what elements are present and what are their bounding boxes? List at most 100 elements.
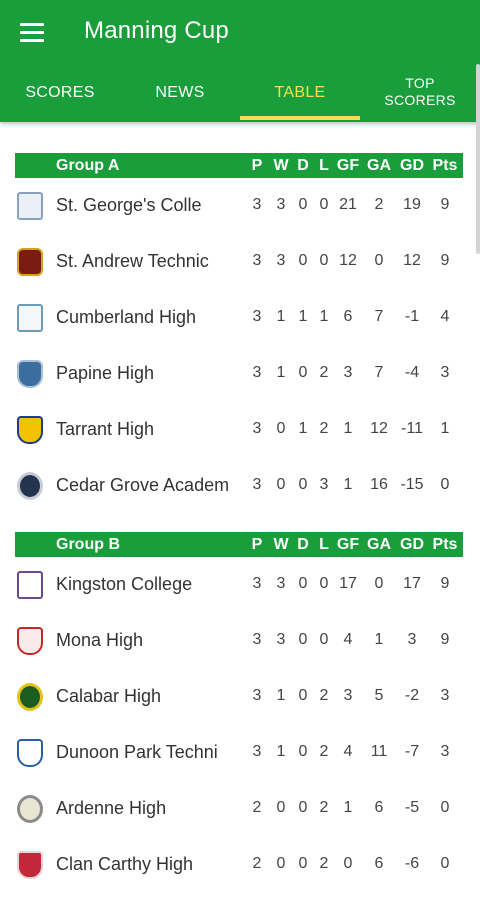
tab-news[interactable]: NEWS <box>120 64 240 120</box>
tab-scores[interactable]: SCORES <box>0 64 120 120</box>
hamburger-menu-icon[interactable] <box>14 16 50 48</box>
tab-label: TABLE <box>274 83 326 101</box>
team-name: St. Andrew Technic <box>56 251 209 271</box>
team-name: Mona High <box>56 630 144 650</box>
team-name: Clan Carthy High <box>56 854 194 874</box>
tab-bar: SCORES NEWS TABLE TOP SCORERS <box>0 64 480 120</box>
tab-label: SCORES <box>25 83 95 101</box>
scrollbar[interactable] <box>476 64 480 254</box>
tarrant-crest-icon <box>17 416 43 444</box>
table-row[interactable]: Ardenne High 2 0 0 2 1 6 -5 0 <box>15 781 463 837</box>
stat-w: 3 <box>276 575 286 592</box>
stat-l: 0 <box>319 575 329 592</box>
table-row[interactable]: Mona High 3 3 0 0 4 1 3 9 <box>15 613 463 669</box>
column-header-w: W <box>273 536 289 553</box>
column-header-ga: GA <box>367 536 391 553</box>
table-row[interactable]: Cumberland High 3 1 1 1 6 7 -1 4 <box>15 290 463 346</box>
stat-gd: 17 <box>403 575 421 592</box>
column-header-w: W <box>273 157 289 174</box>
team-name: Calabar High <box>56 686 162 706</box>
stat-ga: 2 <box>374 196 384 213</box>
tab-label: NEWS <box>155 83 205 101</box>
stat-gd: -4 <box>404 364 420 381</box>
table-row[interactable]: Calabar High 3 1 0 2 3 5 -2 3 <box>15 669 463 725</box>
team-name: Tarrant High <box>56 419 155 439</box>
mona-crest-icon <box>17 627 43 655</box>
stat-w: 3 <box>276 252 286 269</box>
stat-pts: 3 <box>440 687 450 704</box>
stat-pts: 4 <box>440 308 450 325</box>
clan-carthy-crest-icon <box>17 851 43 879</box>
stat-gf: 21 <box>339 196 357 213</box>
column-header-gd: GD <box>400 157 424 174</box>
stat-gd: -15 <box>400 476 424 493</box>
stat-d: 0 <box>298 196 308 213</box>
table-row[interactable]: Cedar Grove Academ 3 0 0 3 1 16 -15 0 <box>15 458 463 514</box>
table-row[interactable]: St. Andrew Technic 3 3 0 0 12 0 12 9 <box>15 234 463 290</box>
stat-ga: 7 <box>374 308 384 325</box>
column-header-ga: GA <box>367 157 391 174</box>
stat-gf: 6 <box>343 308 353 325</box>
stat-p: 2 <box>252 855 262 872</box>
st-georges-crest-icon <box>17 192 43 220</box>
table-row[interactable]: Kingston College 3 3 0 0 17 0 17 9 <box>15 557 463 613</box>
stat-w: 0 <box>276 420 286 437</box>
stat-p: 3 <box>252 364 262 381</box>
stat-pts: 0 <box>440 855 450 872</box>
table-row[interactable]: Dunoon Park Techni 3 1 0 2 4 11 -7 3 <box>15 725 463 781</box>
team-name: Ardenne High <box>56 798 167 818</box>
stat-gd: 3 <box>407 631 417 648</box>
table-row[interactable]: St. George's Colle 3 3 0 0 21 2 19 9 <box>15 178 463 234</box>
stat-p: 3 <box>252 308 262 325</box>
stat-pts: 3 <box>440 743 450 760</box>
column-header-l: L <box>319 536 329 553</box>
stat-gf: 4 <box>343 631 353 648</box>
column-header-d: D <box>297 157 309 174</box>
stat-gd: 19 <box>403 196 421 213</box>
stat-gf: 0 <box>343 855 353 872</box>
dunoon-park-crest-icon <box>17 739 43 767</box>
stat-ga: 0 <box>374 252 384 269</box>
stat-pts: 1 <box>440 420 450 437</box>
stat-w: 1 <box>276 743 286 760</box>
stat-gd: -2 <box>404 687 420 704</box>
stat-p: 3 <box>252 252 262 269</box>
stat-d: 0 <box>298 476 308 493</box>
stat-gf: 3 <box>343 364 353 381</box>
column-header-gd: GD <box>400 536 424 553</box>
table-row[interactable]: Clan Carthy High 2 0 0 2 0 6 -6 0 <box>15 837 463 893</box>
stat-gd: -5 <box>404 799 420 816</box>
stat-gf: 3 <box>343 687 353 704</box>
stat-d: 0 <box>298 252 308 269</box>
stat-l: 2 <box>319 855 329 872</box>
column-header-gf: GF <box>336 157 360 174</box>
stat-d: 0 <box>298 575 308 592</box>
stat-l: 0 <box>319 252 329 269</box>
stat-w: 1 <box>276 308 286 325</box>
stat-ga: 6 <box>374 799 384 816</box>
table-row[interactable]: Papine High 3 1 0 2 3 7 -4 3 <box>15 346 463 402</box>
tab-table[interactable]: TABLE <box>240 64 360 120</box>
team-name: Dunoon Park Techni <box>56 742 218 762</box>
column-header-d: D <box>297 536 309 553</box>
table-row[interactable]: Tarrant High 3 0 1 2 1 12 -11 1 <box>15 402 463 458</box>
stat-p: 3 <box>252 476 262 493</box>
stat-p: 2 <box>252 799 262 816</box>
team-name: St. George's Colle <box>56 195 202 215</box>
stat-p: 3 <box>252 575 262 592</box>
stat-p: 3 <box>252 196 262 213</box>
column-header-p: P <box>251 157 263 174</box>
cedar-grove-crest-icon <box>17 472 43 500</box>
stat-d: 1 <box>298 308 308 325</box>
kingston-college-crest-icon <box>17 571 43 599</box>
stat-gf: 1 <box>343 420 353 437</box>
stat-l: 2 <box>319 687 329 704</box>
ardenne-crest-icon <box>17 795 43 823</box>
stat-gf: 1 <box>343 799 353 816</box>
stat-ga: 7 <box>374 364 384 381</box>
calabar-crest-icon <box>17 683 43 711</box>
tab-top-scorers[interactable]: TOP SCORERS <box>360 64 480 120</box>
app-bar: Manning Cup SCORES NEWS TABLE TOP SCORER… <box>0 0 480 122</box>
stat-ga: 11 <box>370 743 388 760</box>
stat-ga: 16 <box>370 476 388 493</box>
